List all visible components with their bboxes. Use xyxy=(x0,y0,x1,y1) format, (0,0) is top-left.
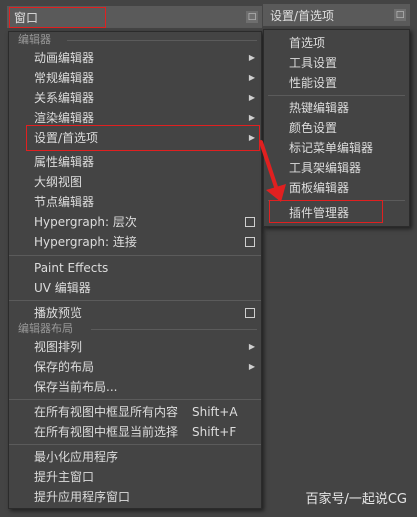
submenu-item-preferences[interactable]: 首选项 xyxy=(264,33,409,53)
menu-item-label: 常规编辑器 xyxy=(34,71,95,85)
menu-item-label: 在所有视图中框显当前选择 xyxy=(34,425,179,439)
main-menu-tear-off-button[interactable]: □ xyxy=(246,11,258,23)
menu-item-animation-editors[interactable]: 动画编辑器 ▶ xyxy=(9,48,261,68)
menu-item-saved-layouts[interactable]: 保存的布局 ▶ xyxy=(9,357,261,377)
annotation-arrow-icon xyxy=(259,140,286,202)
menu-separator xyxy=(9,399,261,400)
main-menu-panel: 编辑器 动画编辑器 ▶ 常规编辑器 ▶ 关系编辑器 ▶ 渲染编辑器 ▶ 设置/首… xyxy=(8,31,262,509)
menu-item-label: 颜色设置 xyxy=(289,121,338,135)
menu-separator xyxy=(9,444,261,445)
menu-item-label: 最小化应用程序 xyxy=(34,450,119,464)
menu-item-label: 设置/首选项 xyxy=(34,131,99,145)
menu-item-relationship-editors[interactable]: 关系编辑器 ▶ xyxy=(9,88,261,108)
submenu-arrow-icon: ▶ xyxy=(248,362,255,371)
menu-item-frame-selection-in-all-views[interactable]: 在所有视图中框显当前选择 Shift+F xyxy=(9,422,261,442)
section-divider-editor-layouts xyxy=(91,329,257,330)
section-label-editor-layouts: 编辑器布局 xyxy=(18,322,73,335)
menu-item-hypergraph-connections[interactable]: Hypergraph: 连接 xyxy=(9,232,261,252)
menu-item-label: 渲染编辑器 xyxy=(34,111,95,125)
menu-item-label: 节点编辑器 xyxy=(34,195,95,209)
menu-item-label: 提升主窗口 xyxy=(34,470,95,484)
menu-item-label: 工具设置 xyxy=(289,56,338,70)
menu-item-label: 关系编辑器 xyxy=(34,91,95,105)
menu-item-hypergraph-hierarchy[interactable]: Hypergraph: 层次 xyxy=(9,212,261,232)
menu-item-label: UV 编辑器 xyxy=(34,281,91,295)
menu-separator xyxy=(9,255,261,256)
menu-item-frame-all-in-all-views[interactable]: 在所有视图中框显所有内容 Shift+A xyxy=(9,402,261,422)
menu-item-label: 动画编辑器 xyxy=(34,51,95,65)
option-box-icon[interactable] xyxy=(245,237,255,247)
submenu-item-tool-settings[interactable]: 工具设置 xyxy=(264,53,409,73)
section-divider-editors xyxy=(67,40,257,41)
menu-item-label: 播放预览 xyxy=(34,306,83,320)
shortcut-label: Shift+F xyxy=(192,425,237,439)
menu-item-uv-editor[interactable]: UV 编辑器 xyxy=(9,278,261,298)
menu-item-outliner[interactable]: 大纲视图 xyxy=(9,172,261,192)
menu-separator xyxy=(9,300,261,301)
menu-item-label: Paint Effects xyxy=(34,261,109,275)
menu-item-rendering-editors[interactable]: 渲染编辑器 ▶ xyxy=(9,108,261,128)
watermark: 百家号/一起说CG xyxy=(305,492,407,507)
submenu-arrow-icon: ▶ xyxy=(248,53,255,62)
menu-item-settings-preferences[interactable]: 设置/首选项 ▶ xyxy=(9,128,261,148)
submenu-item-performance-settings[interactable]: 性能设置 xyxy=(264,73,409,93)
menu-item-label: 视图排列 xyxy=(34,340,83,354)
menu-item-view-arrangement[interactable]: 视图排列 ▶ xyxy=(9,337,261,357)
submenu-header[interactable]: 设置/首选项 □ xyxy=(263,4,410,26)
submenu-item-color-settings[interactable]: 颜色设置 xyxy=(264,118,409,138)
menu-item-label: 在所有视图中框显所有内容 xyxy=(34,405,179,419)
menu-item-raise-main-window[interactable]: 提升主窗口 xyxy=(9,467,261,487)
submenu-title: 设置/首选项 xyxy=(270,8,335,23)
menu-item-label: 提升应用程序窗口 xyxy=(34,490,131,504)
menu-item-minimize-application[interactable]: 最小化应用程序 xyxy=(9,447,261,467)
menu-item-label: 工具架编辑器 xyxy=(289,161,362,175)
menu-item-label: 插件管理器 xyxy=(289,206,350,220)
menu-item-label: 热键编辑器 xyxy=(289,101,350,115)
menu-item-label: Hypergraph: 层次 xyxy=(34,215,137,229)
submenu-tear-off-button[interactable]: □ xyxy=(394,9,406,21)
menu-item-label: 面板编辑器 xyxy=(289,181,350,195)
submenu-arrow-icon: ▶ xyxy=(248,73,255,82)
main-menu-title: 窗口 xyxy=(14,10,39,25)
menu-item-label: 保存的布局 xyxy=(34,360,95,374)
submenu-arrow-icon: ▶ xyxy=(248,342,255,351)
menu-item-label: 标记菜单编辑器 xyxy=(289,141,374,155)
menu-item-raise-application-windows[interactable]: 提升应用程序窗口 xyxy=(9,487,261,507)
menu-item-label: 属性编辑器 xyxy=(34,155,95,169)
menu-item-playblast[interactable]: 播放预览 xyxy=(9,303,261,323)
menu-item-node-editor[interactable]: 节点编辑器 xyxy=(9,192,261,212)
menu-separator xyxy=(268,95,405,96)
submenu-item-hotkey-editor[interactable]: 热键编辑器 xyxy=(264,98,409,118)
section-label-editors: 编辑器 xyxy=(18,33,51,46)
shortcut-label: Shift+A xyxy=(192,405,238,419)
menu-item-save-current-layout[interactable]: 保存当前布局... xyxy=(9,377,261,397)
menu-item-general-editors[interactable]: 常规编辑器 ▶ xyxy=(9,68,261,88)
submenu-arrow-icon: ▶ xyxy=(248,113,255,122)
main-menu-header[interactable]: 窗口 □ xyxy=(7,6,262,28)
menu-item-label: 性能设置 xyxy=(289,76,338,90)
menu-item-attribute-editor[interactable]: 属性编辑器 xyxy=(9,152,261,172)
menu-item-label: 首选项 xyxy=(289,36,326,50)
menu-item-label: 保存当前布局... xyxy=(34,380,118,394)
menu-item-paint-effects[interactable]: Paint Effects xyxy=(9,258,261,278)
option-box-icon[interactable] xyxy=(245,308,255,318)
option-box-icon[interactable] xyxy=(245,217,255,227)
menu-item-label: 大纲视图 xyxy=(34,175,83,189)
menu-item-label: Hypergraph: 连接 xyxy=(34,235,137,249)
submenu-arrow-icon: ▶ xyxy=(248,93,255,102)
